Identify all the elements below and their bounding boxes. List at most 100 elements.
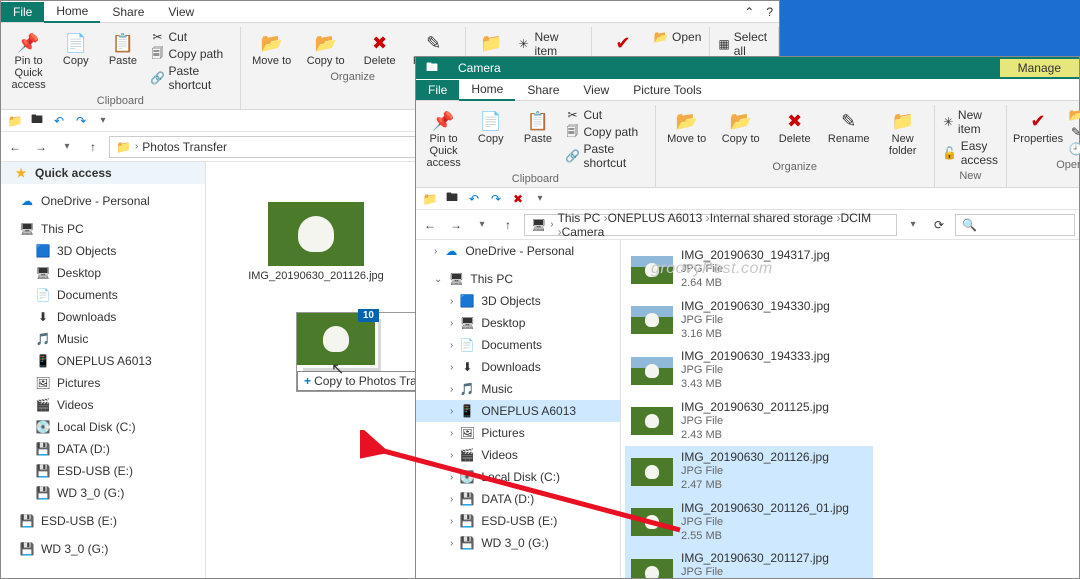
copy-path-button[interactable]: 🗐Copy path — [148, 46, 233, 62]
pin-quick-access-button[interactable]: 📌Pin to Quick access — [7, 29, 50, 93]
undo-icon[interactable]: ↶ — [51, 113, 67, 129]
nav-thispc[interactable]: 🖥This PC — [1, 218, 205, 240]
nav-item[interactable]: 💾ESD-USB (E:) — [1, 460, 205, 482]
nav-onedrive[interactable]: ›☁OneDrive - Personal — [416, 240, 620, 262]
nav-item[interactable]: 📱ONEPLUS A6013 — [1, 350, 205, 372]
search-box[interactable]: 🔍 — [955, 214, 1075, 236]
home-tab[interactable]: Home — [459, 79, 515, 101]
help-button[interactable]: ? — [760, 3, 779, 21]
nav-onedrive[interactable]: ☁OneDrive - Personal — [1, 190, 205, 212]
history-button[interactable]: 🕘History — [1067, 141, 1080, 157]
nav-pane[interactable]: ›☁OneDrive - Personal ⌄🖥This PC ›🟦3D Obj… — [416, 240, 621, 578]
paste-shortcut-button[interactable]: 🔗Paste shortcut — [563, 141, 648, 171]
nav-item[interactable]: ›📱ONEPLUS A6013 — [416, 400, 620, 422]
ribbon-collapse[interactable]: ⌃ — [738, 3, 760, 21]
nav-item[interactable]: 📄Documents — [1, 284, 205, 306]
nav-item[interactable]: ›🎵Music — [416, 378, 620, 400]
nav-item[interactable]: ›⬇Downloads — [416, 356, 620, 378]
address-dd-icon[interactable]: ▾ — [903, 215, 923, 235]
view-tab[interactable]: View — [156, 2, 206, 22]
copy-to-button[interactable]: 📂Copy to — [301, 29, 351, 69]
home-tab[interactable]: Home — [44, 1, 100, 23]
copy-button[interactable]: 📄Copy — [54, 29, 97, 69]
history-dd-icon[interactable]: ▾ — [57, 137, 77, 157]
select-all-button[interactable]: ▦Select all — [716, 29, 772, 59]
back-icon[interactable]: ← — [420, 215, 440, 235]
nav-item[interactable]: 🖥Desktop — [1, 262, 205, 284]
file-item[interactable]: IMG_20190630_194333.jpgJPG File3.43 MB — [625, 345, 873, 396]
breadcrumb[interactable]: This PC — [558, 211, 608, 225]
up-icon[interactable]: ↑ — [83, 137, 103, 157]
nav-item[interactable]: 💾DATA (D:) — [1, 438, 205, 460]
up-icon[interactable]: ↑ — [498, 215, 518, 235]
forward-icon[interactable]: → — [31, 137, 51, 157]
move-to-button[interactable]: 📂Move to — [662, 107, 712, 147]
nav-item[interactable]: 🎵Music — [1, 328, 205, 350]
qat-delete-icon[interactable]: ✖ — [510, 191, 526, 207]
file-item[interactable]: IMG_20190630_194330.jpgJPG File3.16 MB — [625, 295, 873, 346]
history-dd-icon[interactable]: ▾ — [472, 215, 492, 235]
share-tab[interactable]: Share — [515, 80, 571, 100]
easy-access-button[interactable]: 🔓Easy access — [941, 138, 1000, 168]
edit-button[interactable]: ✎Edit — [1067, 124, 1080, 140]
file-tab[interactable]: File — [1, 2, 44, 22]
nav-item[interactable]: ›💽Local Disk (C:) — [416, 466, 620, 488]
copy-to-button[interactable]: 📂Copy to — [716, 107, 766, 147]
paste-shortcut-button[interactable]: 🔗Paste shortcut — [148, 63, 233, 93]
quick-access-header[interactable]: ★Quick access — [1, 162, 205, 184]
qat-newfolder-icon[interactable]: 🖿 — [444, 191, 460, 207]
paste-button[interactable]: 📋Paste — [101, 29, 144, 69]
nav-item[interactable]: ›💾DATA (D:) — [416, 488, 620, 510]
breadcrumb[interactable]: Internal shared storage — [710, 211, 841, 225]
content-pane[interactable]: groovyPost.com IMG_20190630_194317.jpgJP… — [621, 240, 1079, 578]
breadcrumb[interactable]: Camera — [562, 225, 605, 239]
properties-button[interactable]: ✔Properties — [1013, 107, 1063, 147]
properties-button[interactable]: ✔ — [598, 29, 648, 57]
nav-item[interactable]: ›📄Documents — [416, 334, 620, 356]
nav-item[interactable]: 🖼Pictures — [1, 372, 205, 394]
back-icon[interactable]: ← — [5, 137, 25, 157]
share-tab[interactable]: Share — [100, 2, 156, 22]
nav-pane[interactable]: ★Quick access ☁OneDrive - Personal 🖥This… — [1, 162, 206, 578]
file-item[interactable]: IMG_20190630_194317.jpgJPG File2.64 MB — [625, 244, 873, 295]
nav-item[interactable]: 🟦3D Objects — [1, 240, 205, 262]
file-item[interactable]: IMG_20190630_201126_01.jpgJPG File2.55 M… — [625, 497, 873, 548]
new-folder-button[interactable]: 📁New folder — [878, 107, 928, 159]
nav-wd[interactable]: 💾WD 3_0 (G:) — [1, 538, 205, 560]
file-item[interactable]: IMG_20190630_201127.jpgJPG File2.47 MB — [625, 547, 873, 578]
new-item-button[interactable]: ✳New item — [941, 107, 1000, 137]
refresh-icon[interactable]: ⟳ — [929, 215, 949, 235]
nav-item[interactable]: ⬇Downloads — [1, 306, 205, 328]
picture-tools-tab[interactable]: Picture Tools — [621, 80, 713, 100]
move-to-button[interactable]: 📂Move to — [247, 29, 297, 69]
breadcrumb[interactable]: Photos Transfer — [142, 140, 227, 154]
qat-newfolder-icon[interactable]: 🖿 — [29, 113, 45, 129]
forward-icon[interactable]: → — [446, 215, 466, 235]
file-tile[interactable]: IMG_20190630_201126.jpg — [246, 202, 386, 282]
nav-item[interactable]: ›💾WD 3_0 (G:) — [416, 532, 620, 554]
nav-thispc[interactable]: ⌄🖥This PC — [416, 268, 620, 290]
open-button[interactable]: 📂Open — [652, 29, 703, 45]
open-button[interactable]: 📂Open — [1067, 107, 1080, 123]
nav-item[interactable]: 🎬Videos — [1, 394, 205, 416]
copy-path-button[interactable]: 🗐Copy path — [563, 124, 648, 140]
nav-item[interactable]: ›🖥Desktop — [416, 312, 620, 334]
delete-button[interactable]: ✖Delete — [770, 107, 820, 147]
paste-button[interactable]: 📋Paste — [516, 107, 559, 147]
pin-quick-access-button[interactable]: 📌Pin to Quick access — [422, 107, 465, 171]
nav-esd[interactable]: 💾ESD-USB (E:) — [1, 510, 205, 532]
new-item-button[interactable]: ✳New item — [515, 29, 585, 59]
breadcrumb[interactable]: ONEPLUS A6013 — [608, 211, 710, 225]
file-item[interactable]: IMG_20190630_201125.jpgJPG File2.43 MB — [625, 396, 873, 447]
file-item[interactable]: IMG_20190630_201126.jpgJPG File2.47 MB — [625, 446, 873, 497]
rename-button[interactable]: ✎Rename — [824, 107, 874, 147]
nav-item[interactable]: 💾WD 3_0 (G:) — [1, 482, 205, 504]
file-tab[interactable]: File — [416, 80, 459, 100]
nav-item[interactable]: 💽Local Disk (C:) — [1, 416, 205, 438]
manage-tab[interactable]: Manage — [1000, 59, 1079, 77]
undo-icon[interactable]: ↶ — [466, 191, 482, 207]
nav-item[interactable]: ›🎬Videos — [416, 444, 620, 466]
nav-item[interactable]: ›💾ESD-USB (E:) — [416, 510, 620, 532]
nav-item[interactable]: ›🖼Pictures — [416, 422, 620, 444]
redo-icon[interactable]: ↷ — [73, 113, 89, 129]
